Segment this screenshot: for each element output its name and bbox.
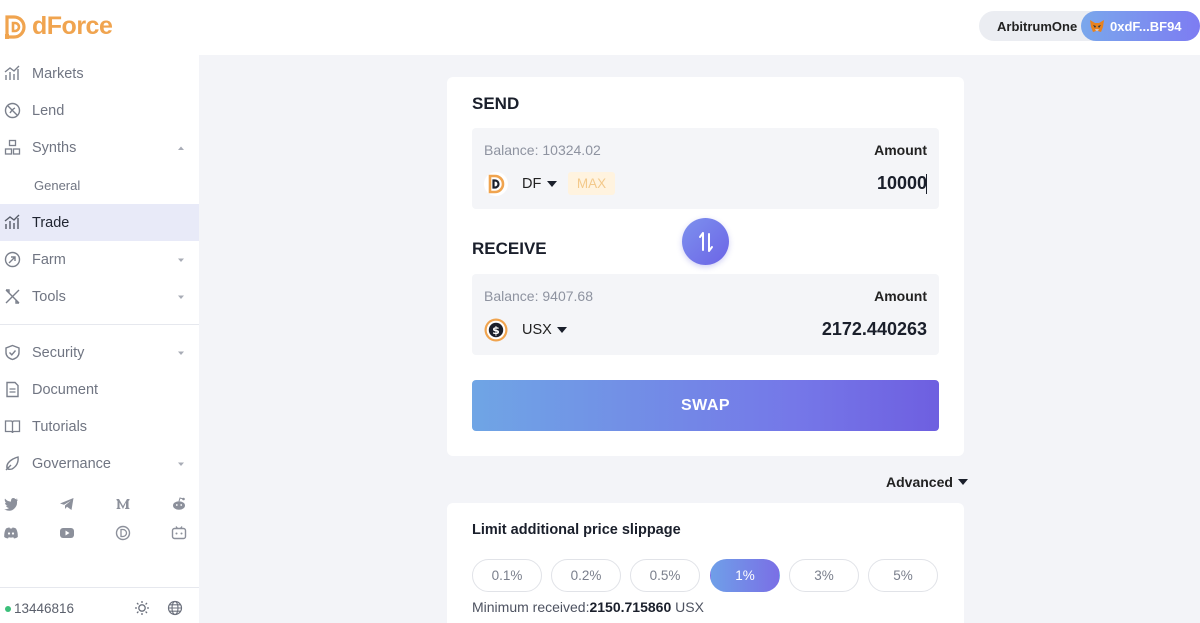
sidebar-item-label: Document xyxy=(32,381,99,398)
df-token-icon xyxy=(484,172,508,196)
sidebar-item-label: Trade xyxy=(32,214,70,231)
sidebar-item-tools[interactable]: Tools xyxy=(0,278,199,315)
send-title: SEND xyxy=(472,94,520,113)
wallet-button[interactable]: 0xdF...BF94 xyxy=(1081,11,1200,41)
chevron-down-icon[interactable] xyxy=(557,327,567,334)
status-dot xyxy=(5,606,11,612)
lend-icon xyxy=(4,102,21,119)
sidebar-item-label: General xyxy=(34,178,81,193)
sidebar-item-label: Lend xyxy=(32,102,65,119)
swap-button[interactable]: SWAP xyxy=(472,380,939,431)
network-selector[interactable]: ArbitrumOne 0xdF...BF94 xyxy=(979,11,1200,41)
sidebar-divider xyxy=(0,324,199,325)
shield-icon xyxy=(5,344,20,361)
chevron-down-icon xyxy=(178,351,184,355)
sun-icon[interactable] xyxy=(134,600,150,616)
block-number: 13446816 xyxy=(14,601,75,616)
dforce-logo[interactable]: dForce xyxy=(2,12,113,41)
sidebar-item-label: Farm xyxy=(32,251,66,268)
sidebar: Markets Lend Synths General Trade Farm T… xyxy=(0,55,199,623)
send-amount-input[interactable]: 10000 xyxy=(877,173,927,194)
chevron-down-icon xyxy=(178,462,184,466)
switch-direction-button[interactable] xyxy=(682,218,729,265)
governance-icon xyxy=(5,456,19,471)
slippage-card: Limit additional price slippage 0.1% 0.2… xyxy=(447,503,964,623)
forum-icon[interactable] xyxy=(171,525,187,541)
brand-name: dForce xyxy=(32,12,113,40)
swap-card: SEND Balance: 10324.02 Amount DF MAX 100… xyxy=(447,77,964,456)
text-cursor xyxy=(926,174,927,194)
sidebar-item-farm[interactable]: Farm xyxy=(0,241,199,278)
min-received-value: 2150.715860 xyxy=(589,599,672,615)
slippage-option[interactable]: 0.5% xyxy=(630,559,700,592)
swap-arrows-icon xyxy=(698,231,713,252)
synths-icon xyxy=(4,139,21,155)
send-token-selector[interactable]: DF xyxy=(522,176,541,192)
dforce-logo-icon xyxy=(5,14,26,39)
chevron-down-icon xyxy=(178,258,184,262)
min-received-label: Minimum received: xyxy=(472,599,590,615)
receive-amount-label: Amount xyxy=(874,288,927,304)
minimum-received: Minimum received:2150.715860 USX xyxy=(472,599,704,615)
max-button[interactable]: MAX xyxy=(568,172,615,195)
receive-balance: Balance: 9407.68 xyxy=(484,288,593,304)
telegram-icon[interactable] xyxy=(59,496,75,512)
metamask-fox-icon xyxy=(1090,20,1104,32)
min-received-unit: USX xyxy=(675,599,704,615)
send-field: Balance: 10324.02 Amount DF MAX 10000 xyxy=(472,128,939,209)
reddit-icon[interactable] xyxy=(171,496,187,512)
receive-title: RECEIVE xyxy=(472,239,547,258)
sidebar-item-label: Tools xyxy=(32,288,66,305)
chevron-down-icon xyxy=(957,478,968,485)
book-icon xyxy=(4,420,21,434)
sidebar-item-trade[interactable]: Trade xyxy=(0,204,199,241)
sidebar-footer-divider xyxy=(0,587,199,588)
top-bar: dForce ArbitrumOne 0xdF...BF94 xyxy=(0,0,1200,55)
chevron-down-icon[interactable] xyxy=(547,181,557,188)
sidebar-item-governance[interactable]: Governance xyxy=(0,445,199,482)
receive-amount-output: 2172.440263 xyxy=(821,319,927,339)
chevron-down-icon xyxy=(178,295,184,299)
sidebar-item-tutorials[interactable]: Tutorials xyxy=(0,408,199,445)
sidebar-item-label: Security xyxy=(32,344,85,361)
dforce-icon[interactable] xyxy=(115,525,131,541)
receive-token-selector[interactable]: USX xyxy=(522,322,552,338)
sidebar-item-label: Synths xyxy=(32,139,77,156)
wallet-address: 0xdF...BF94 xyxy=(1110,18,1182,34)
chevron-up-icon xyxy=(178,146,184,150)
youtube-icon[interactable] xyxy=(59,525,75,541)
slippage-option[interactable]: 0.1% xyxy=(472,559,542,592)
sidebar-item-synths[interactable]: Synths xyxy=(0,129,199,166)
sidebar-item-label: Governance xyxy=(32,455,111,472)
network-name: ArbitrumOne xyxy=(997,19,1078,34)
send-amount-label: Amount xyxy=(874,142,927,158)
sidebar-item-security[interactable]: Security xyxy=(0,334,199,371)
medium-icon[interactable] xyxy=(115,496,131,512)
usx-token-icon: $ xyxy=(484,318,508,342)
slippage-option[interactable]: 5% xyxy=(868,559,938,592)
sidebar-item-document[interactable]: Document xyxy=(0,371,199,408)
slippage-option[interactable]: 0.2% xyxy=(551,559,621,592)
markets-chart-icon xyxy=(4,65,20,80)
tools-icon xyxy=(5,289,20,304)
discord-icon[interactable] xyxy=(3,525,19,541)
advanced-toggle[interactable]: Advanced xyxy=(886,474,968,490)
globe-icon[interactable] xyxy=(167,600,183,616)
farm-icon xyxy=(4,251,21,268)
twitter-icon[interactable] xyxy=(3,496,19,512)
sidebar-item-lend[interactable]: Lend xyxy=(0,92,199,129)
sidebar-item-general[interactable]: General xyxy=(0,167,199,204)
slippage-option-selected[interactable]: 1% xyxy=(710,559,780,592)
slippage-title: Limit additional price slippage xyxy=(472,522,681,538)
send-balance: Balance: 10324.02 xyxy=(484,142,601,158)
sidebar-item-markets[interactable]: Markets xyxy=(0,55,199,92)
svg-text:$: $ xyxy=(492,324,500,337)
sidebar-item-label: Markets xyxy=(32,65,84,82)
receive-field: Balance: 9407.68 Amount $ USX 2172.44026… xyxy=(472,274,939,355)
advanced-label: Advanced xyxy=(886,474,953,490)
slippage-option[interactable]: 3% xyxy=(789,559,859,592)
trade-chart-icon xyxy=(4,214,20,229)
document-icon xyxy=(6,381,19,398)
sidebar-item-label: Tutorials xyxy=(32,418,88,435)
